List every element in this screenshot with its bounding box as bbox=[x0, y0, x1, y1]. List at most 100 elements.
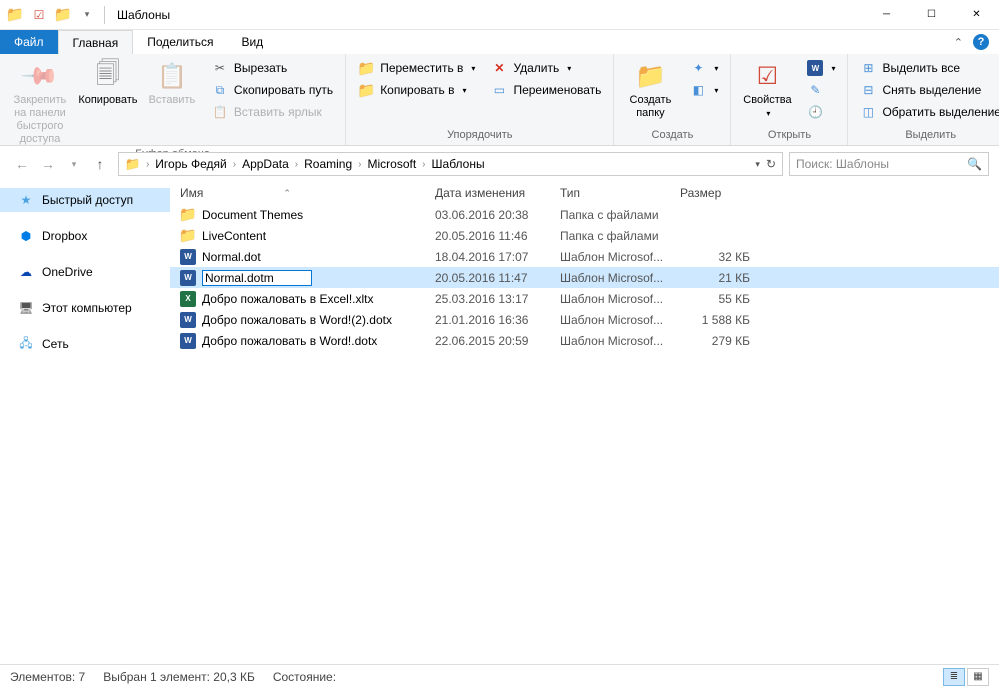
qat-folder-icon[interactable]: 📁 bbox=[4, 4, 26, 26]
edit-button[interactable]: ✎ bbox=[801, 80, 841, 100]
minimize-button[interactable]: ─ bbox=[864, 0, 909, 30]
delete-icon: ✕ bbox=[491, 60, 507, 76]
address-bar[interactable]: 📁 › Игорь Федяй› AppData› Roaming› Micro… bbox=[118, 152, 783, 176]
file-type: Папка с файлами bbox=[560, 229, 680, 243]
search-input[interactable]: Поиск: Шаблоны 🔍 bbox=[789, 152, 989, 176]
folder-icon: 📁 bbox=[180, 228, 196, 244]
folder-icon: 📁 bbox=[180, 207, 196, 223]
properties-button[interactable]: ☑ Свойства▾ bbox=[737, 56, 797, 120]
word-icon: W bbox=[180, 312, 196, 328]
file-date: 03.06.2016 20:38 bbox=[435, 208, 560, 222]
file-row[interactable]: 📁LiveContent20.05.2016 11:46Папка с файл… bbox=[170, 225, 999, 246]
cut-icon: ✂ bbox=[212, 60, 228, 76]
file-row[interactable]: WДобро пожаловать в Word!(2).dotx21.01.2… bbox=[170, 309, 999, 330]
word-icon: W bbox=[180, 333, 196, 349]
rename-button[interactable]: ▭Переименовать bbox=[485, 80, 607, 100]
chevron-down-icon: ▾ bbox=[463, 86, 467, 95]
sidebar-this-pc[interactable]: 🖥Этот компьютер bbox=[0, 296, 170, 320]
delete-button[interactable]: ✕Удалить▾ bbox=[485, 58, 607, 78]
status-selection: Выбран 1 элемент: 20,3 КБ bbox=[103, 670, 255, 684]
help-icon[interactable]: ? bbox=[973, 34, 989, 50]
ribbon-expand-icon[interactable]: ⌃ bbox=[954, 36, 963, 49]
tab-file[interactable]: Файл bbox=[0, 30, 58, 54]
edit-icon: ✎ bbox=[807, 82, 823, 98]
nav-up-button[interactable]: ↑ bbox=[88, 152, 112, 176]
copy-to-icon: 📁 bbox=[358, 82, 374, 98]
refresh-icon[interactable]: ↻ bbox=[766, 157, 776, 171]
sidebar-network[interactable]: 🖧Сеть bbox=[0, 332, 170, 356]
move-to-icon: 📁 bbox=[358, 60, 374, 76]
move-to-button[interactable]: 📁Переместить в▾ bbox=[352, 58, 481, 78]
sidebar-onedrive[interactable]: ☁OneDrive bbox=[0, 260, 170, 284]
view-icons-button[interactable]: ▦ bbox=[967, 668, 989, 686]
tab-share[interactable]: Поделиться bbox=[133, 30, 227, 54]
paste-icon: 📋 bbox=[156, 60, 188, 92]
paste-shortcut-button[interactable]: 📋Вставить ярлык bbox=[206, 102, 339, 122]
history-icon: 🕘 bbox=[807, 104, 823, 120]
file-date: 21.01.2016 16:36 bbox=[435, 313, 560, 327]
chevron-right-icon[interactable]: › bbox=[144, 159, 151, 170]
sidebar-quick-access[interactable]: ★Быстрый доступ bbox=[0, 188, 170, 212]
file-row[interactable]: XДобро пожаловать в Excel!.xltx25.03.201… bbox=[170, 288, 999, 309]
sidebar-dropbox[interactable]: ⬢Dropbox bbox=[0, 224, 170, 248]
easy-access-icon: ◧ bbox=[690, 82, 706, 98]
file-row[interactable]: WДобро пожаловать в Word!.dotx22.06.2015… bbox=[170, 330, 999, 351]
open-with-button[interactable]: W▾ bbox=[801, 58, 841, 78]
paste-button[interactable]: 📋 Вставить bbox=[142, 56, 202, 107]
tab-view[interactable]: Вид bbox=[227, 30, 277, 54]
tab-home[interactable]: Главная bbox=[58, 30, 134, 54]
select-all-button[interactable]: ⊞Выделить все bbox=[854, 58, 999, 78]
file-list[interactable]: 📁Document Themes03.06.2016 20:38Папка с … bbox=[170, 204, 999, 664]
word-icon: W bbox=[807, 60, 823, 76]
nav-forward-button[interactable]: → bbox=[36, 152, 60, 176]
invert-selection-button[interactable]: ◫Обратить выделение bbox=[854, 102, 999, 122]
sidebar: ★Быстрый доступ ⬢Dropbox ☁OneDrive 🖥Этот… bbox=[0, 182, 170, 664]
breadcrumb-item[interactable]: Шаблоны bbox=[428, 157, 489, 171]
pin-button[interactable]: 📌 Закрепить на панели быстрого доступа bbox=[6, 56, 74, 146]
maximize-button[interactable]: ☐ bbox=[909, 0, 954, 30]
file-row[interactable]: W20.05.2016 11:47Шаблон Microsof...21 КБ bbox=[170, 267, 999, 288]
sort-asc-icon: ⌃ bbox=[283, 188, 291, 199]
view-details-button[interactable]: ≣ bbox=[943, 668, 965, 686]
qat-properties-icon[interactable]: ☑ bbox=[28, 4, 50, 26]
column-size[interactable]: Размер bbox=[680, 186, 760, 200]
file-size: 1 588 КБ bbox=[680, 313, 760, 327]
copy-path-button[interactable]: ⧉Скопировать путь bbox=[206, 80, 339, 100]
word-icon: W bbox=[180, 249, 196, 265]
new-item-button[interactable]: ✦▾ bbox=[684, 58, 724, 78]
paste-shortcut-icon: 📋 bbox=[212, 104, 228, 120]
properties-icon: ☑ bbox=[751, 60, 783, 92]
invert-icon: ◫ bbox=[860, 104, 876, 120]
column-name[interactable]: Имя⌃ bbox=[180, 186, 435, 200]
search-icon[interactable]: 🔍 bbox=[967, 157, 982, 171]
column-date[interactable]: Дата изменения bbox=[435, 186, 560, 200]
nav-back-button[interactable]: ← bbox=[10, 152, 34, 176]
new-item-icon: ✦ bbox=[690, 60, 706, 76]
new-folder-icon: 📁 bbox=[634, 60, 666, 92]
history-button[interactable]: 🕘 bbox=[801, 102, 841, 122]
close-button[interactable]: ✕ bbox=[954, 0, 999, 30]
address-dropdown-icon[interactable]: ▾ bbox=[755, 159, 760, 170]
file-row[interactable]: 📁Document Themes03.06.2016 20:38Папка с … bbox=[170, 204, 999, 225]
ribbon-group-clipboard: 📌 Закрепить на панели быстрого доступа 🗐… bbox=[0, 54, 346, 145]
select-none-button[interactable]: ⊟Снять выделение bbox=[854, 80, 999, 100]
breadcrumb-item[interactable]: Игорь Федяй bbox=[151, 157, 230, 171]
column-type[interactable]: Тип bbox=[560, 186, 680, 200]
breadcrumb-item[interactable]: Microsoft bbox=[363, 157, 420, 171]
easy-access-button[interactable]: ◧▾ bbox=[684, 80, 724, 100]
copy-button[interactable]: 🗐 Копировать bbox=[78, 56, 138, 107]
qat-dropdown-icon[interactable]: ▾ bbox=[76, 4, 98, 26]
file-type: Папка с файлами bbox=[560, 208, 680, 222]
file-type: Шаблон Microsof... bbox=[560, 271, 680, 285]
rename-input[interactable] bbox=[202, 270, 312, 286]
breadcrumb-item[interactable]: Roaming bbox=[300, 157, 356, 171]
select-all-icon: ⊞ bbox=[860, 60, 876, 76]
qat-folder2-icon[interactable]: 📁 bbox=[52, 4, 74, 26]
copy-to-button[interactable]: 📁Копировать в▾ bbox=[352, 80, 481, 100]
breadcrumb-item[interactable]: AppData bbox=[238, 157, 293, 171]
file-row[interactable]: WNormal.dot18.04.2016 17:07Шаблон Micros… bbox=[170, 246, 999, 267]
nav-recent-button[interactable]: ▾ bbox=[62, 152, 86, 176]
new-folder-button[interactable]: 📁 Создать папку bbox=[620, 56, 680, 120]
ribbon-tabs: Файл Главная Поделиться Вид ⌃ ? bbox=[0, 30, 999, 54]
cut-button[interactable]: ✂Вырезать bbox=[206, 58, 339, 78]
